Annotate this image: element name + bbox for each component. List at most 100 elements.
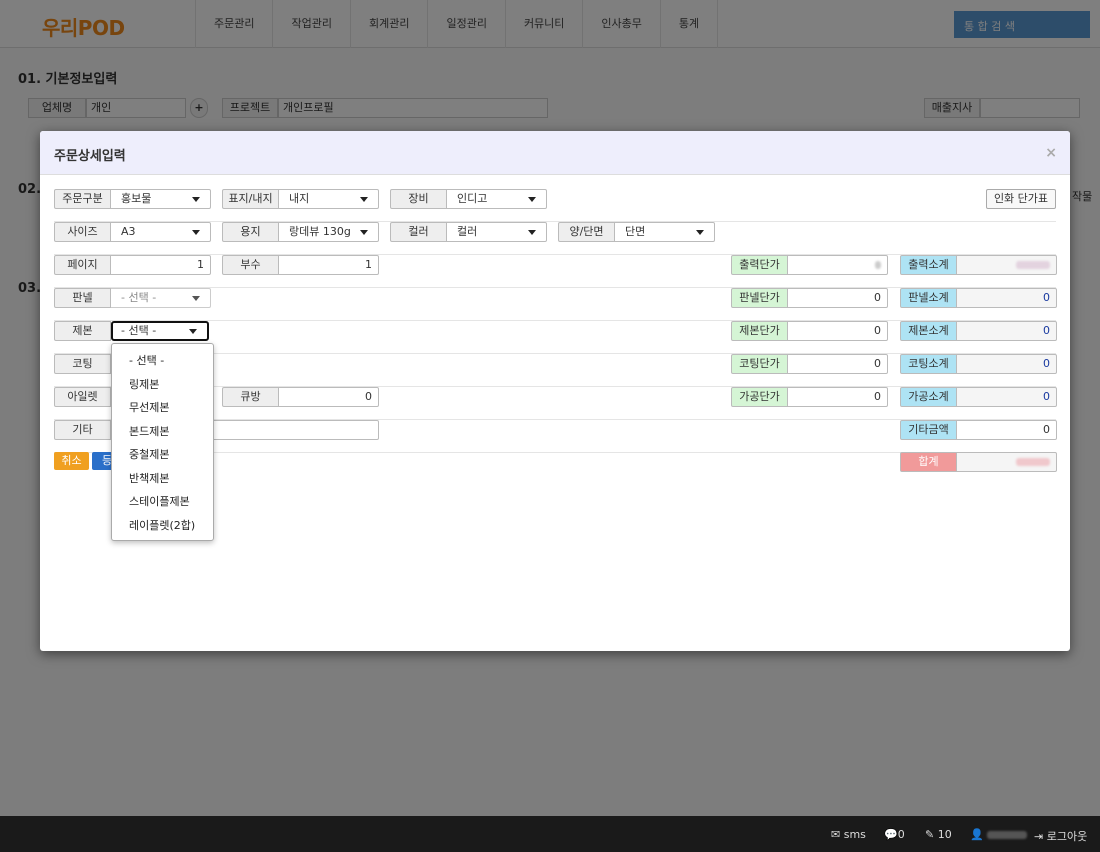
panel-select[interactable]: - 선택 - <box>111 288 211 308</box>
order-type-label: 주문구분 <box>54 189 111 209</box>
edits-count: 10 <box>937 828 952 841</box>
cue-input[interactable]: 0 <box>279 387 379 407</box>
color-label: 컬러 <box>390 222 447 242</box>
binding-subtotal-value: 0 <box>957 321 1057 341</box>
total-group: 합계 <box>900 452 1057 472</box>
etc-amount-input[interactable]: 0 <box>957 420 1057 440</box>
binding-option[interactable]: 반책제본 <box>112 467 213 491</box>
chevron-down-icon <box>189 329 197 334</box>
equipment-group: 장비 인디고 <box>390 189 547 209</box>
order-type-value: 홍보물 <box>121 192 152 205</box>
binding-select[interactable]: - 선택 - <box>111 321 209 341</box>
process-subtotal-group: 가공소계 0 <box>900 387 1057 407</box>
panel-label: 판넬 <box>54 288 111 308</box>
sides-value: 단면 <box>625 225 646 238</box>
copies-input[interactable]: 1 <box>279 255 379 275</box>
coating-unit-input[interactable]: 0 <box>788 354 888 374</box>
sides-label: 양/단면 <box>558 222 615 242</box>
binding-option[interactable]: 본드제본 <box>112 420 213 444</box>
panel-unit-input[interactable]: 0 <box>788 288 888 308</box>
pages-input[interactable]: 1 <box>111 255 211 275</box>
eyelet-group: 아일렛 <box>54 387 111 407</box>
binding-option[interactable]: 스테이플제본 <box>112 490 213 514</box>
print-subtotal-group: 출력소계 <box>900 255 1057 275</box>
coating-subtotal-group: 코팅소계 0 <box>900 354 1057 374</box>
coating-group: 코팅 <box>54 354 111 374</box>
sides-group: 양/단면 단면 <box>558 222 715 242</box>
print-unit-group: 출력단가 <box>731 255 888 275</box>
row-panel: 판넬 - 선택 - 판넬단가 0 판넬소계 0 <box>54 288 1057 321</box>
coating-label: 코팅 <box>54 354 111 374</box>
binding-subtotal-group: 제본소계 0 <box>900 321 1057 341</box>
price-table-button[interactable]: 인화 단가표 <box>986 189 1056 209</box>
binding-unit-group: 제본단가 0 <box>731 321 888 341</box>
binding-group: 제본 - 선택 - <box>54 321 209 341</box>
coating-subtotal-value: 0 <box>957 354 1057 374</box>
etc-label: 기타 <box>54 420 111 440</box>
paper-select[interactable]: 랑데뷰 130g <box>279 222 379 242</box>
cue-label: 큐방 <box>222 387 279 407</box>
cancel-button[interactable]: 취소 <box>54 452 89 470</box>
etc-amount-group: 기타금액 0 <box>900 420 1057 440</box>
cover-group: 표지/내지 내지 <box>222 189 379 209</box>
pages-group: 페이지 1 <box>54 255 211 275</box>
binding-unit-input[interactable]: 0 <box>788 321 888 341</box>
print-unit-input[interactable] <box>788 255 888 275</box>
sms-label: sms <box>843 828 866 841</box>
edits-link[interactable]: ✎ 10 <box>925 828 952 841</box>
color-select[interactable]: 컬러 <box>447 222 547 242</box>
panel-subtotal-group: 판넬소계 0 <box>900 288 1057 308</box>
equipment-value: 인디고 <box>457 192 488 205</box>
binding-option[interactable]: 무선제본 <box>112 396 213 420</box>
process-unit-input[interactable]: 0 <box>788 387 888 407</box>
panel-subtotal-value: 0 <box>957 288 1057 308</box>
user-link[interactable]: 👤 <box>970 828 1028 841</box>
comments-icon: 💬 <box>884 828 898 841</box>
modal-header: 주문상세입력 × <box>40 131 1070 175</box>
equipment-select[interactable]: 인디고 <box>447 189 547 209</box>
sides-select[interactable]: 단면 <box>615 222 715 242</box>
panel-value: - 선택 - <box>121 291 157 304</box>
chevron-down-icon <box>192 197 200 202</box>
comments-link[interactable]: 💬0 <box>884 828 905 841</box>
logout-icon: ⇥ <box>1034 830 1044 843</box>
chevron-down-icon <box>192 230 200 235</box>
chevron-down-icon <box>192 296 200 301</box>
binding-option[interactable]: 중철제본 <box>112 443 213 467</box>
comments-count: 0 <box>897 828 905 841</box>
logout-link[interactable]: ⇥ 로그아웃 <box>1034 828 1087 844</box>
row-order-options: 주문구분 홍보물 표지/내지 내지 장비 인디고 인화 단가표 <box>54 189 1056 222</box>
cover-select[interactable]: 내지 <box>279 189 379 209</box>
binding-label: 제본 <box>54 321 111 341</box>
sms-link[interactable]: ✉ sms <box>831 828 866 841</box>
envelope-icon: ✉ <box>831 828 841 841</box>
binding-dropdown-list: - 선택 - 링제본 무선제본 본드제본 중철제본 반책제본 스테이플제본 레이… <box>111 343 214 541</box>
row-pages: 페이지 1 부수 1 출력단가 출력소계 <box>54 255 1057 288</box>
process-unit-label: 가공단가 <box>731 387 788 407</box>
size-select[interactable]: A3 <box>111 222 211 242</box>
binding-subtotal-label: 제본소계 <box>900 321 957 341</box>
coating-unit-group: 코팅단가 0 <box>731 354 888 374</box>
process-unit-group: 가공단가 0 <box>731 387 888 407</box>
etc-amount-label: 기타금액 <box>900 420 957 440</box>
binding-unit-label: 제본단가 <box>731 321 788 341</box>
print-subtotal-value <box>957 255 1057 275</box>
binding-option[interactable]: - 선택 - <box>112 349 213 373</box>
copies-group: 부수 1 <box>222 255 379 275</box>
row-print-spec: 사이즈 A3 용지 랑데뷰 130g 컬러 컬러 양/단면 단면 <box>54 222 1056 255</box>
user-icon: 👤 <box>970 828 984 841</box>
panel-unit-group: 판넬단가 0 <box>731 288 888 308</box>
paper-value: 랑데뷰 130g <box>289 225 351 238</box>
cue-group: 큐방 0 <box>222 387 379 407</box>
close-icon[interactable]: × <box>1045 145 1057 161</box>
chevron-down-icon <box>696 230 704 235</box>
binding-option[interactable]: 레이플렛(2합) <box>112 514 213 538</box>
cover-value: 내지 <box>289 192 310 205</box>
panel-group: 판넬 - 선택 - <box>54 288 211 308</box>
order-type-select[interactable]: 홍보물 <box>111 189 211 209</box>
chevron-down-icon <box>360 230 368 235</box>
size-label: 사이즈 <box>54 222 111 242</box>
equipment-label: 장비 <box>390 189 447 209</box>
total-value <box>957 452 1057 472</box>
binding-option[interactable]: 링제본 <box>112 373 213 397</box>
